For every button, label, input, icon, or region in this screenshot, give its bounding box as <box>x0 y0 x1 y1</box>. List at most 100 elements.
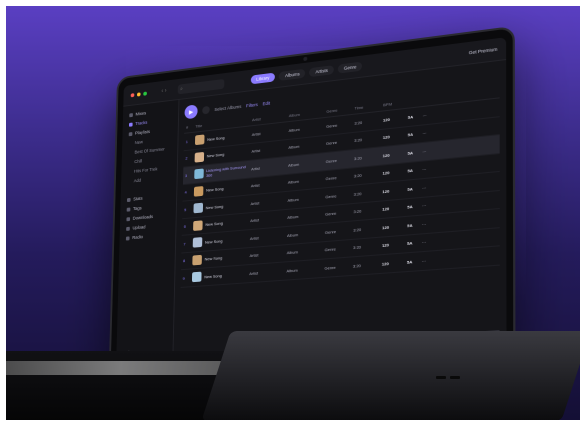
row-title: New Song <box>206 151 225 159</box>
edit-link[interactable]: Edit <box>263 100 271 106</box>
row-artist: Artist <box>251 148 261 154</box>
zoom-dot-icon[interactable] <box>143 91 147 96</box>
main-panel: ▶ Select Albums Filters Edit # Title Artis… <box>173 60 506 359</box>
row-time: 3:20 <box>354 137 363 144</box>
row-index: 8 <box>183 258 186 264</box>
row-time: 3:20 <box>352 262 361 269</box>
row-time: 3:20 <box>353 244 362 251</box>
row-album: Album <box>286 231 299 238</box>
column-header[interactable] <box>423 97 434 103</box>
column-header[interactable]: Artist <box>252 113 289 122</box>
tab-genre[interactable]: Genre <box>337 61 363 74</box>
foreground-laptop-base <box>201 331 580 420</box>
row-album: Album <box>286 249 299 256</box>
row-bpm: 120 <box>382 188 390 194</box>
column-header[interactable]: Album <box>289 109 327 118</box>
sidebar-item-label: Radio <box>132 234 144 241</box>
filters-link[interactable]: Filters <box>246 102 258 108</box>
minimize-dot-icon[interactable] <box>136 91 141 97</box>
more-icon[interactable]: ⋯ <box>422 221 433 227</box>
upgrade-link[interactable]: Get Premium <box>469 47 498 56</box>
search-icon: ⌕ <box>180 85 183 92</box>
sidebar-item-radio[interactable]: Radio <box>124 231 171 242</box>
more-icon[interactable]: ⋯ <box>422 239 433 246</box>
more-icon[interactable]: ⋯ <box>422 184 433 191</box>
sidebar-item-label: Downloads <box>132 214 154 221</box>
search-input[interactable]: ⌕ <box>177 78 225 94</box>
sidebar-item-label: Tags <box>132 205 142 212</box>
sidebar-item-label: Upload <box>132 224 146 231</box>
more-icon[interactable]: ⋯ <box>422 166 433 173</box>
play-button[interactable]: ▶ <box>184 104 198 120</box>
row-title: New Song <box>207 134 225 142</box>
laptop-screen: ‹ › ⌕ Library Albums Artists Genre Get Prem… <box>116 37 507 362</box>
more-icon[interactable]: ⋯ <box>422 257 433 264</box>
row-album: Album <box>288 126 300 133</box>
column-header[interactable]: BPM <box>383 99 408 107</box>
row-bpm: 120 <box>382 152 390 159</box>
laptop: ‹ › ⌕ Library Albums Artists Genre Get Prem… <box>108 25 516 370</box>
row-index: 5 <box>184 206 187 212</box>
menu-icon <box>126 197 131 202</box>
row-key: 5A <box>406 258 413 265</box>
column-header[interactable]: Genre <box>326 106 354 114</box>
row-genre: Genre <box>325 175 337 182</box>
row-genre: Genre <box>325 139 338 147</box>
row-artist: Artist <box>249 270 259 276</box>
foreground-edge <box>6 361 236 375</box>
row-track: New Song <box>193 216 250 231</box>
row-artist: Artist <box>249 235 259 241</box>
port-icon <box>436 376 446 379</box>
row-title: Listening with Surround 360 <box>205 164 246 179</box>
list-icon <box>128 131 133 136</box>
sidebar-item-label: Add <box>133 177 142 184</box>
more-icon[interactable]: ⋯ <box>422 202 433 209</box>
album-art <box>192 254 202 266</box>
nav-arrows-icon[interactable]: ‹ › <box>161 88 166 94</box>
row-track: New Song <box>191 268 249 283</box>
column-header[interactable]: Time <box>354 102 383 111</box>
row-key: 5A <box>407 131 414 138</box>
menu-icon <box>126 226 130 231</box>
row-index: 1 <box>185 138 188 144</box>
tab-artists[interactable]: Artists <box>309 65 334 78</box>
shuffle-button[interactable] <box>202 105 210 115</box>
row-artist: Artist <box>249 252 259 259</box>
more-icon[interactable]: ⋯ <box>422 112 433 118</box>
app-body: Mixes Tracks Playlists New Best Of Summer Chi… <box>116 60 506 362</box>
menu-icon <box>126 216 131 221</box>
row-track: New Song <box>193 181 251 197</box>
menu-icon <box>125 235 130 241</box>
row-bpm: 120 <box>381 260 389 267</box>
row-time: 3:20 <box>353 190 362 197</box>
row-track: New Song <box>193 199 250 214</box>
more-icon[interactable]: ⋯ <box>422 148 433 155</box>
port-icon <box>450 376 460 379</box>
row-genre: Genre <box>325 193 337 200</box>
row-track: Listening with Surround 360 <box>194 164 251 180</box>
close-dot-icon[interactable] <box>130 92 135 97</box>
tab-albums[interactable]: Albums <box>279 68 306 81</box>
album-art <box>192 237 203 248</box>
row-genre: Genre <box>325 210 337 217</box>
sidebar-item-upload[interactable]: Upload <box>124 221 171 232</box>
row-index: 7 <box>183 241 186 247</box>
filter-text[interactable]: Select Albums <box>214 104 241 112</box>
row-index: 3 <box>184 172 188 178</box>
sidebar-item-label: Stats <box>133 195 143 202</box>
photo-scene: ‹ › ⌕ Library Albums Artists Genre Get Prem… <box>6 6 580 420</box>
more-icon[interactable]: ⋯ <box>422 130 433 136</box>
row-title: New Song <box>205 220 223 228</box>
list-icon <box>128 122 133 127</box>
row-time: 3:20 <box>354 119 363 126</box>
sidebar: Mixes Tracks Playlists New Best Of Summer Chi… <box>116 99 180 362</box>
row-artist: Artist <box>250 217 260 224</box>
tab-library[interactable]: Library <box>250 72 276 85</box>
row-artist: Artist <box>251 130 261 137</box>
column-header[interactable] <box>408 98 423 105</box>
row-track: New Song <box>192 251 249 266</box>
row-artist: Artist <box>251 165 261 172</box>
column-header[interactable]: # <box>186 124 195 130</box>
sidebar-item-label: Mixes <box>135 110 147 117</box>
row-title: New Song <box>204 238 223 245</box>
